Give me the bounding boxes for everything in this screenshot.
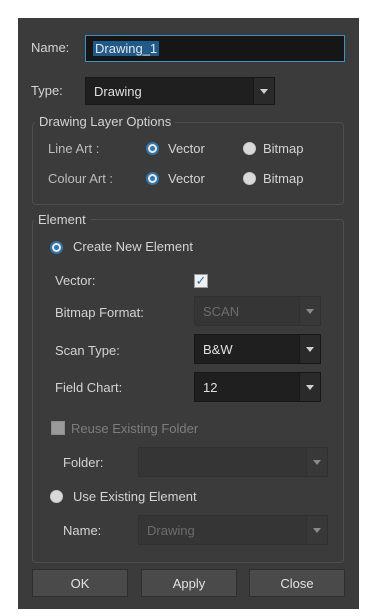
chevron-down-icon (306, 448, 327, 476)
line-art-vector-radio[interactable] (146, 142, 159, 155)
type-dropdown-value: Drawing (94, 83, 142, 99)
element-title: Element (34, 212, 90, 227)
chevron-down-icon (299, 335, 320, 363)
apply-button[interactable]: Apply (141, 569, 237, 597)
reuse-existing-folder-label: Reuse Existing Folder (71, 421, 199, 436)
existing-name-dropdown[interactable]: Drawing (138, 515, 328, 545)
ok-button[interactable]: OK (32, 569, 128, 597)
colour-art-vector-radio[interactable] (146, 172, 159, 185)
create-new-element-label: Create New Element (73, 239, 193, 254)
use-existing-element-radio[interactable] (50, 490, 63, 503)
reuse-existing-folder-checkbox[interactable] (51, 421, 65, 435)
create-new-element-radio[interactable] (50, 241, 63, 254)
close-button[interactable]: Close (249, 569, 345, 597)
name-input-value: Drawing_1 (93, 41, 160, 56)
scan-type-dropdown[interactable]: B&W (194, 334, 321, 364)
vector-checkbox[interactable]: ✓ (194, 274, 208, 288)
existing-name-label: Name: (63, 523, 102, 538)
type-label: Type: (31, 83, 63, 98)
chevron-down-icon (299, 297, 320, 325)
scan-type-value: B&W (203, 341, 233, 357)
name-input[interactable]: Drawing_1 (85, 35, 345, 62)
line-art-bitmap-radio[interactable] (243, 142, 256, 155)
line-art-bitmap-label: Bitmap (263, 141, 304, 156)
use-existing-element-label: Use Existing Element (73, 489, 197, 504)
chevron-down-icon (299, 373, 320, 401)
field-chart-label: Field Chart: (55, 380, 123, 395)
scan-type-label: Scan Type: (55, 343, 120, 358)
folder-dropdown[interactable] (138, 447, 328, 477)
drawing-layer-options-group (32, 122, 344, 205)
name-label: Name: (31, 40, 70, 55)
type-dropdown[interactable]: Drawing (85, 77, 275, 105)
folder-label: Folder: (63, 455, 104, 470)
colour-art-bitmap-label: Bitmap (263, 171, 304, 186)
line-art-vector-label: Vector (168, 141, 205, 156)
colour-art-vector-label: Vector (168, 171, 205, 186)
bitmap-format-value: SCAN (203, 303, 240, 319)
bitmap-format-label: Bitmap Format: (55, 305, 144, 320)
bitmap-format-dropdown[interactable]: SCAN (194, 296, 321, 326)
field-chart-dropdown[interactable]: 12 (194, 372, 321, 402)
drawing-layer-options-title: Drawing Layer Options (35, 114, 176, 129)
vector-label: Vector: (55, 273, 96, 288)
field-chart-value: 12 (203, 379, 218, 395)
existing-name-value: Drawing (147, 522, 195, 538)
line-art-label: Line Art : (48, 141, 100, 156)
new-layer-dialog: Name: Drawing_1 Type: Drawing Drawing La… (18, 18, 359, 609)
chevron-down-icon (253, 78, 274, 104)
colour-art-bitmap-radio[interactable] (243, 172, 256, 185)
colour-art-label: Colour Art : (48, 171, 114, 186)
chevron-down-icon (306, 516, 327, 544)
